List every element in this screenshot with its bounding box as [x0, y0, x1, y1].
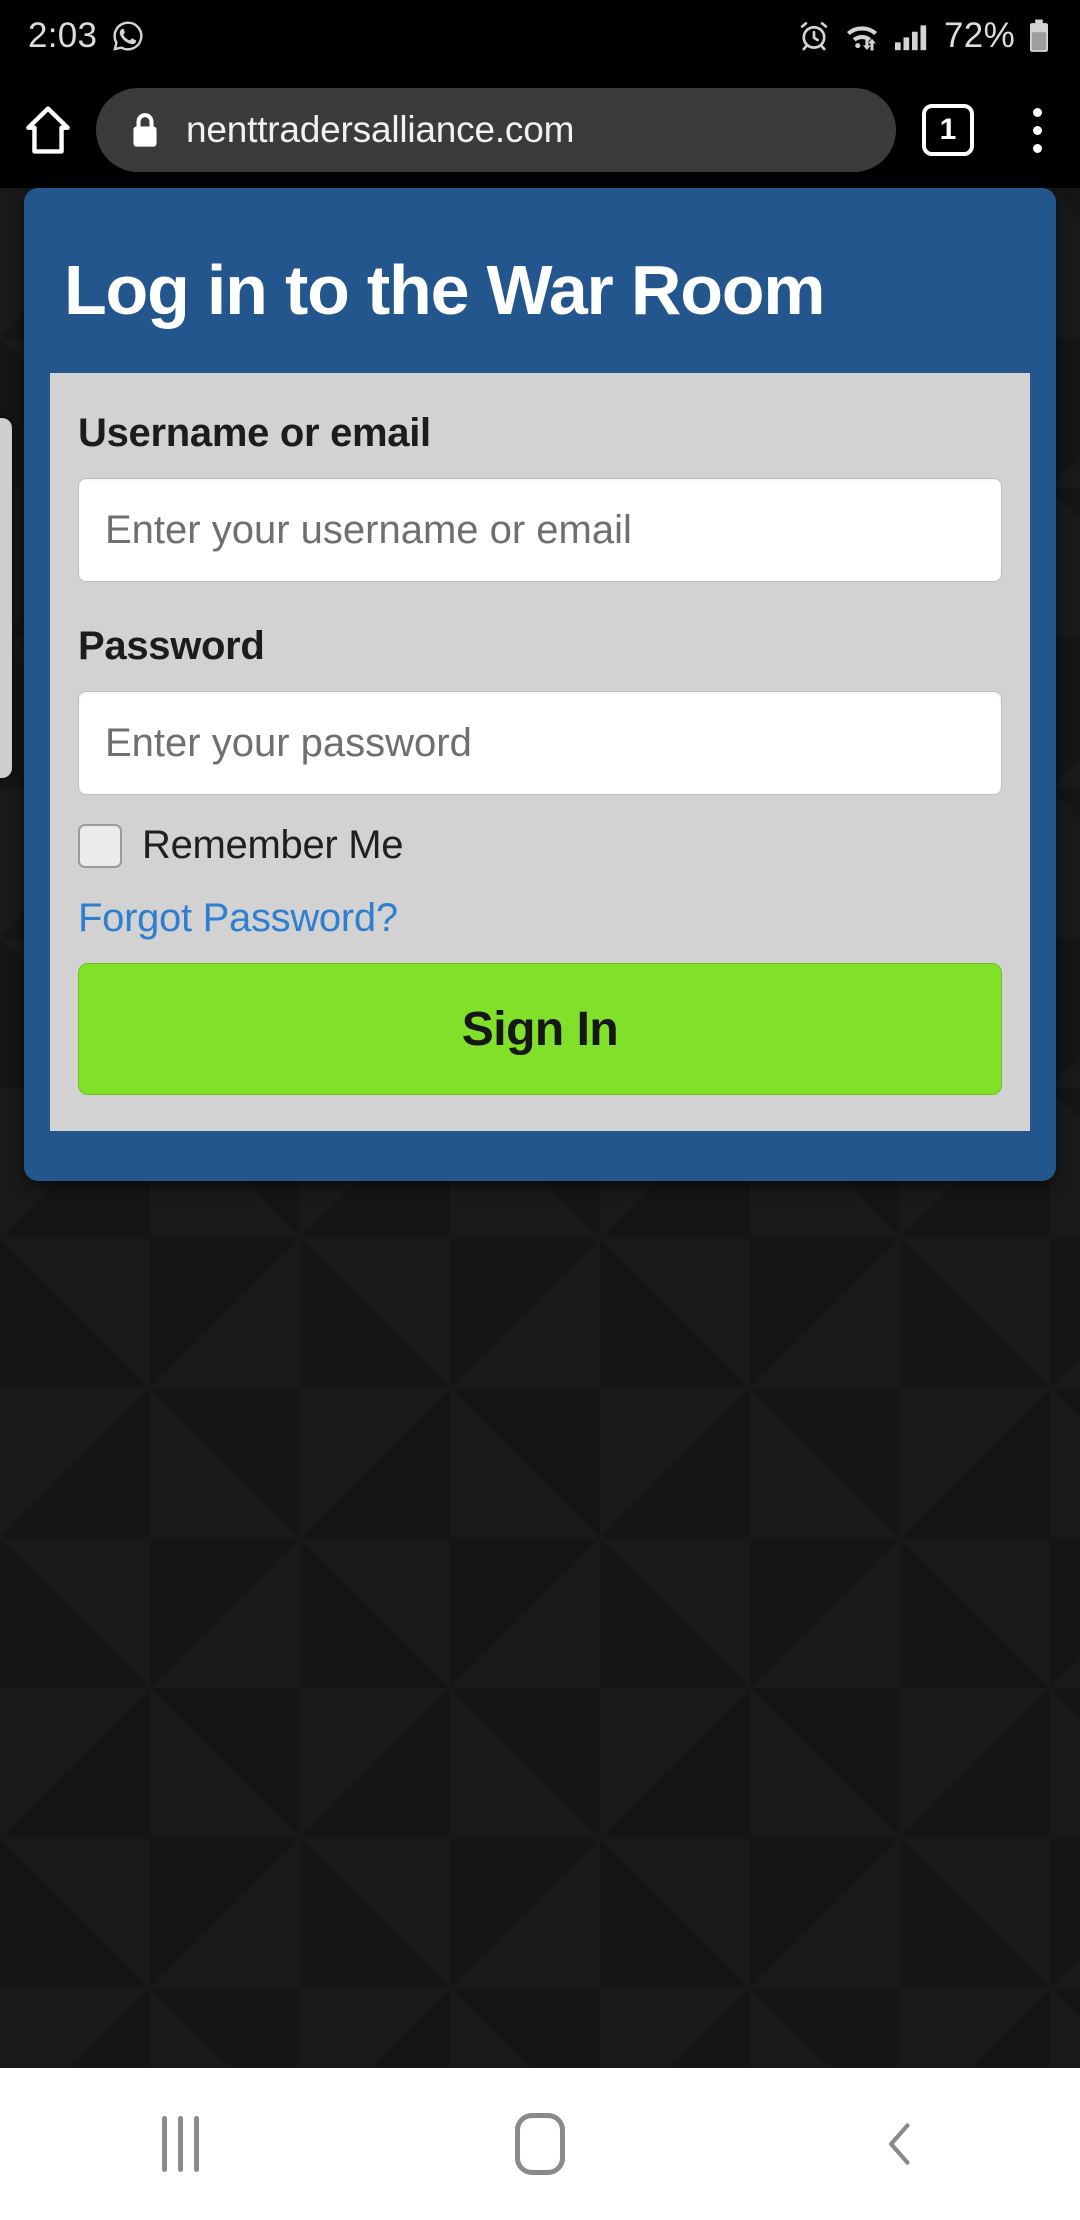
overflow-menu-icon-dot2: [1032, 125, 1042, 135]
login-form: Username or email Password Remember Me F…: [50, 373, 1030, 1132]
browser-toolbar: nenttradersalliance.com 1: [0, 72, 1080, 188]
page-title: Log in to the War Room: [64, 251, 826, 329]
remember-me-row[interactable]: Remember Me: [78, 823, 1002, 868]
back-icon: [889, 2123, 910, 2165]
recents-icon: [161, 2116, 199, 2172]
sign-in-button[interactable]: Sign In: [78, 963, 1002, 1096]
battery-percent-label: 72%: [944, 16, 1015, 55]
remember-me-label: Remember Me: [142, 823, 404, 868]
login-card: Log in to the War Room Username or email…: [24, 188, 1056, 1182]
back-button[interactable]: [800, 2116, 1000, 2172]
overflow-menu-icon-dot3: [1032, 143, 1042, 153]
forgot-password-link[interactable]: Forgot Password?: [78, 896, 398, 941]
system-navigation-bar: [0, 2068, 1080, 2220]
signal-icon: [895, 25, 927, 51]
lock-icon: [133, 113, 157, 147]
address-bar-url: nenttradersalliance.com: [186, 109, 575, 150]
whatsapp-icon: [113, 21, 143, 51]
overflow-menu-button[interactable]: [994, 107, 1080, 153]
status-bar: 2:03 72%: [0, 0, 1080, 72]
offcanvas-edge-panel[interactable]: [0, 418, 12, 778]
home-button[interactable]: [0, 102, 96, 158]
home-nav-icon: [515, 2113, 565, 2175]
wifi-icon: [847, 26, 878, 51]
web-page-content: Log in to the War Room Username or email…: [0, 188, 1080, 2068]
overflow-menu-icon: [1032, 107, 1042, 117]
username-label: Username or email: [78, 411, 431, 456]
tab-switcher-button[interactable]: 1: [902, 104, 994, 156]
alarm-icon: [800, 22, 828, 51]
password-label: Password: [78, 624, 265, 669]
address-bar[interactable]: nenttradersalliance.com: [96, 88, 896, 172]
home-nav-button[interactable]: [440, 2113, 640, 2175]
username-input[interactable]: [78, 478, 1002, 583]
remember-me-checkbox[interactable]: [78, 823, 122, 868]
status-bar-right: 72%: [797, 16, 1052, 56]
field-spacer: [78, 582, 1002, 624]
tab-count-label: 1: [922, 104, 974, 156]
recents-button[interactable]: [80, 2116, 280, 2172]
status-bar-clock: 2:03: [28, 16, 98, 55]
phone-screen: 2:03 72% nenttradersalliance.com 1 Log i…: [0, 0, 1080, 2220]
home-icon: [26, 106, 70, 154]
status-bar-left: 2:03: [28, 16, 145, 56]
password-input[interactable]: [78, 691, 1002, 796]
battery-icon: [1030, 19, 1048, 52]
